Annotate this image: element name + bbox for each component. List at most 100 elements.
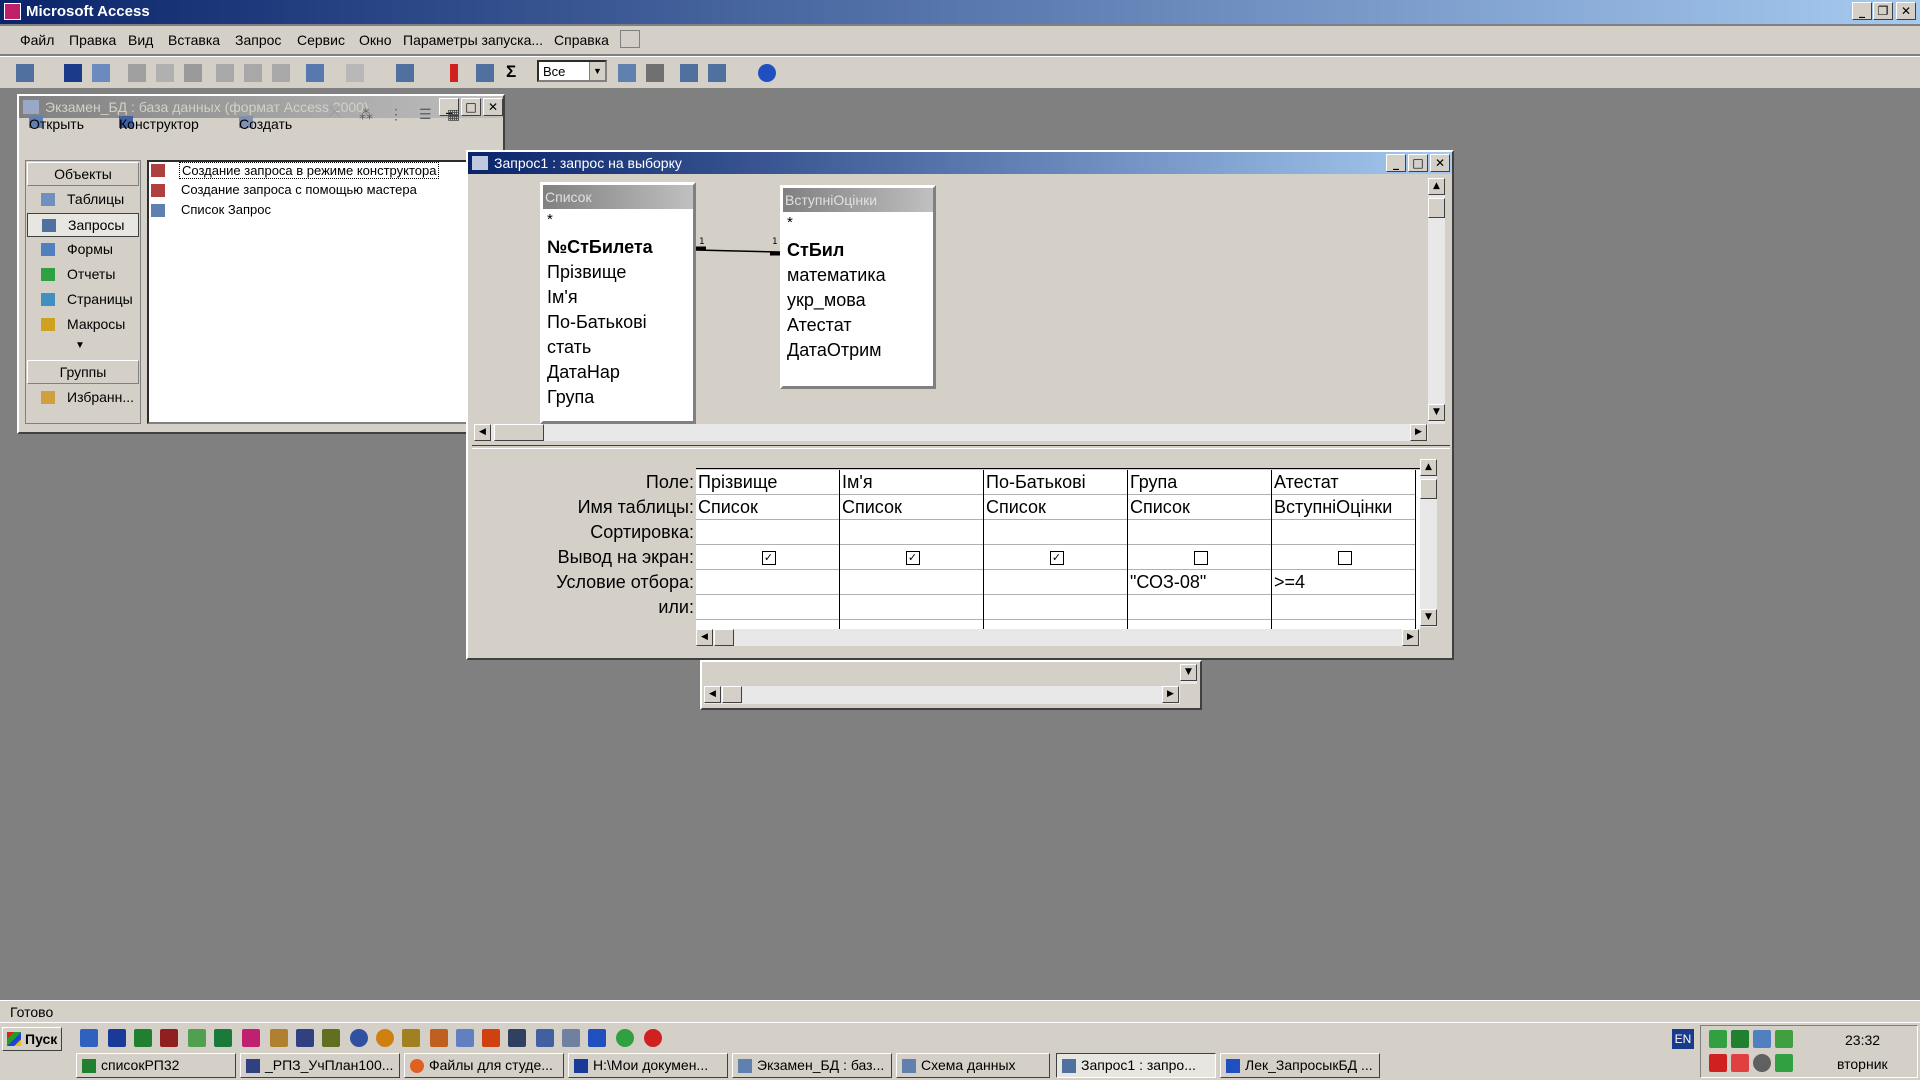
objects-pages[interactable]: Страницы [27,288,139,312]
field-list-item[interactable]: укр_мова [787,290,866,311]
chevron-up-icon[interactable]: ▲ [1420,459,1437,476]
grid-cell-table[interactable]: Список [984,495,1127,520]
language-indicator[interactable]: EN [1672,1029,1694,1049]
tray-icon[interactable] [1753,1030,1771,1048]
field-list-item[interactable]: Атестат [787,315,852,336]
quicklaunch-icon[interactable] [322,1029,340,1047]
grid-cell-show[interactable] [1128,545,1271,570]
chevron-right-icon[interactable]: ▶ [1162,686,1179,703]
cut-icon[interactable] [216,64,234,82]
grid-cell-field[interactable]: По-Батькові [984,470,1127,495]
list-item[interactable]: Создание запроса с помощью мастера [181,182,417,197]
show-checkbox[interactable]: ✓ [1049,551,1064,565]
bg-hscrollbar[interactable]: ◀ ▶ [704,686,1180,704]
scroll-thumb[interactable] [714,629,734,646]
field-list-vstupniocinky[interactable]: ВступніОцінки * СтБил математика укр_мов… [779,184,937,390]
grid-cell-or[interactable] [984,595,1127,620]
grid-cell-criteria[interactable]: >=4 [1272,570,1415,595]
grid-cell-table[interactable]: Список [1128,495,1271,520]
spelling-icon[interactable] [184,64,202,82]
tray-icon[interactable] [1709,1054,1727,1072]
tray-icon[interactable] [1731,1030,1749,1048]
chevron-left-icon[interactable]: ◀ [696,629,713,646]
start-button[interactable]: Пуск [2,1027,62,1051]
field-list-item[interactable]: По-Батькові [547,312,647,333]
table-pane-vscrollbar[interactable]: ▲ ▼ [1428,178,1445,424]
grid-cell-criteria[interactable] [696,570,839,595]
objects-header[interactable]: Объекты [27,162,139,186]
show-checkbox[interactable]: ✓ [761,551,776,565]
chevron-down-icon[interactable]: ▼ [589,62,605,80]
tray-icon[interactable] [1775,1030,1793,1048]
view-icon[interactable] [16,64,34,82]
menu-window[interactable]: Окно [359,32,392,48]
quicklaunch-icon[interactable] [456,1029,474,1047]
menu-edit[interactable]: Правка [69,32,116,48]
grid-cell-field[interactable]: Ім'я [840,470,983,495]
grid-cell-show[interactable]: ✓ [840,545,983,570]
db-close-button[interactable]: ✕ [483,98,503,116]
grid-cell-table[interactable]: Список [840,495,983,520]
field-list-title[interactable]: ВступніОцінки [783,188,933,212]
field-list-item[interactable]: Група [547,387,594,408]
pane-splitter[interactable] [472,445,1450,449]
redo-icon[interactable] [346,64,364,82]
grid-cell-sort[interactable] [984,520,1127,545]
paste-icon[interactable] [272,64,290,82]
field-list-item[interactable]: ДатаОтрим [787,340,882,361]
undo-icon[interactable] [306,64,324,82]
build-icon[interactable] [646,64,664,82]
print-icon[interactable] [128,64,146,82]
chevron-left-icon[interactable]: ◀ [474,424,491,441]
grid-vscrollbar[interactable]: ▲ ▼ [1420,459,1437,627]
grid-cell-field[interactable]: Атестат [1272,470,1415,495]
field-list-spisok[interactable]: Список * №СтБилета Прізвище Ім'я По-Бать… [539,181,697,425]
chevron-right-icon[interactable]: ▶ [1402,629,1419,646]
chevron-down-icon[interactable]: ▼ [1180,664,1197,681]
taskbar-task[interactable]: Схема данных [896,1053,1050,1078]
taskbar-task[interactable]: H:\Мои докумен... [568,1053,728,1078]
chevron-down-icon[interactable]: ▼ [1428,404,1445,421]
menu-insert[interactable]: Вставка [168,32,220,48]
menu-query[interactable]: Запрос [235,32,281,48]
quicklaunch-icon[interactable] [562,1029,580,1047]
grid-cell-field[interactable]: Група [1128,470,1271,495]
relationship-line[interactable]: 1 1 [695,236,782,260]
quicklaunch-icon[interactable] [376,1029,394,1047]
quicklaunch-icon[interactable] [242,1029,260,1047]
quicklaunch-icon[interactable] [616,1029,634,1047]
objects-reports[interactable]: Отчеты [27,263,139,287]
show-checkbox[interactable] [1193,551,1208,565]
query-type-icon[interactable] [396,64,414,82]
save-icon[interactable] [64,64,82,82]
field-list-item[interactable]: Прізвище [547,262,626,283]
totals-icon[interactable]: Σ [506,62,524,81]
quicklaunch-icon[interactable] [80,1029,98,1047]
properties-icon[interactable] [618,64,636,82]
quicklaunch-icon[interactable] [350,1029,368,1047]
taskbar-task[interactable]: Лек_ЗапросыкБД ... [1220,1053,1380,1078]
menu-help[interactable]: Справка [554,32,609,48]
db-maximize-button[interactable]: □ [461,98,481,116]
run-icon[interactable] [450,64,458,82]
quicklaunch-icon[interactable] [160,1029,178,1047]
details-icon[interactable]: ▦ [447,106,460,123]
query-close-button[interactable]: ✕ [1430,154,1450,172]
field-list-item[interactable]: Ім'я [547,287,578,308]
quicklaunch-icon[interactable] [270,1029,288,1047]
quicklaunch-icon[interactable] [296,1029,314,1047]
list-item[interactable]: Создание запроса в режиме конструктора [179,162,440,179]
field-list-item[interactable]: математика [787,265,886,286]
grid-cell-or[interactable] [840,595,983,620]
tray-icon[interactable] [1731,1054,1749,1072]
query-maximize-button[interactable]: □ [1408,154,1428,172]
quicklaunch-icon[interactable] [188,1029,206,1047]
menu-view[interactable]: Вид [128,32,153,48]
field-list-item[interactable]: стать [547,337,591,358]
diagram-icon[interactable] [620,30,640,48]
scroll-thumb[interactable] [1428,198,1445,218]
menu-startup[interactable]: Параметры запуска... [403,32,543,48]
database-window-icon[interactable] [680,64,698,82]
grid-cell-sort[interactable] [696,520,839,545]
grid-cell-show[interactable] [1272,545,1415,570]
